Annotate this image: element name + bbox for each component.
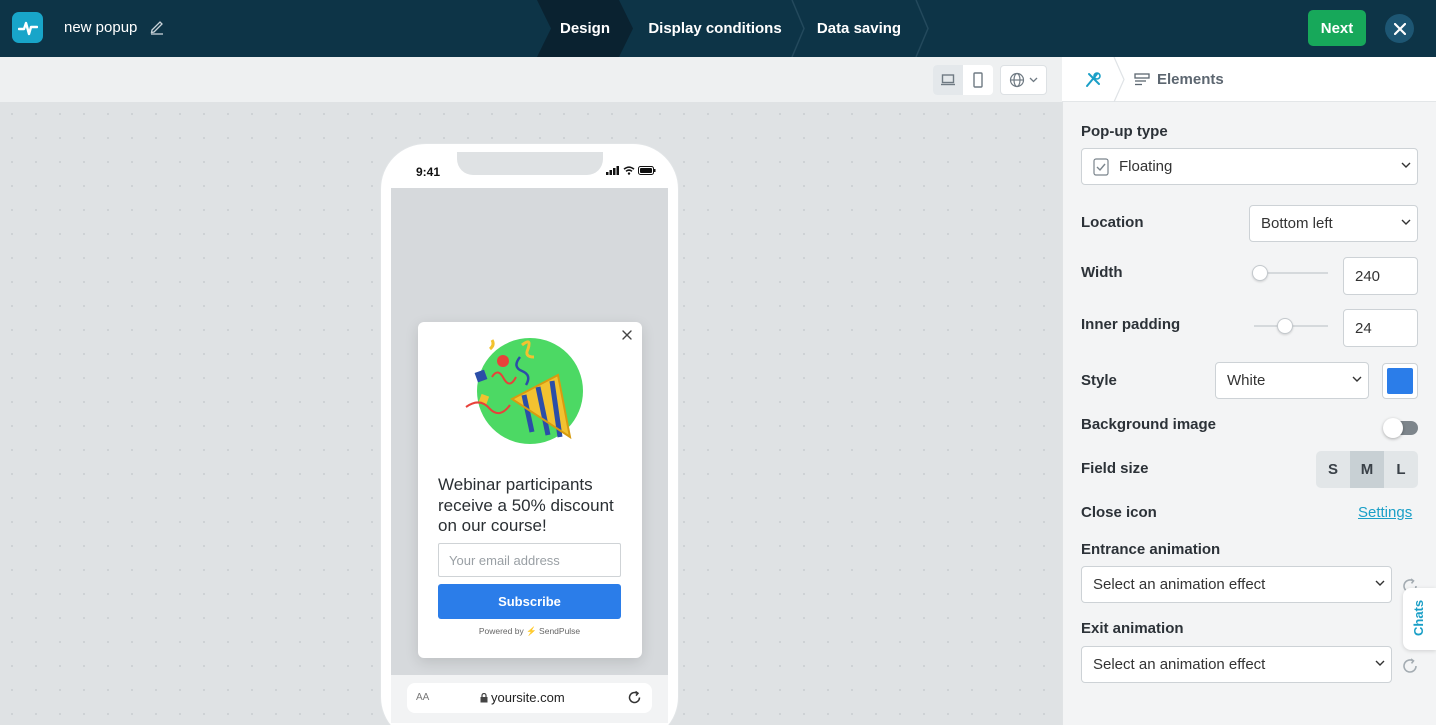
padding-slider-handle[interactable] bbox=[1276, 318, 1293, 334]
breadcrumb-separator bbox=[1113, 57, 1125, 102]
width-slider-handle[interactable] bbox=[1252, 265, 1268, 281]
chevron-down-icon bbox=[1375, 660, 1385, 666]
text-size-button[interactable]: AA bbox=[416, 692, 429, 703]
powered-by-label: Powered by bbox=[478, 626, 524, 636]
entrance-animation-select[interactable]: Select an animation effect bbox=[1081, 566, 1392, 603]
mobile-view-icon[interactable] bbox=[963, 65, 993, 95]
tab-display-conditions[interactable]: Display conditions bbox=[633, 0, 797, 57]
popup-title[interactable]: new popup bbox=[64, 19, 137, 36]
popup-close-icon[interactable] bbox=[620, 328, 634, 342]
style-color-picker[interactable] bbox=[1382, 363, 1418, 399]
exit-animation-label: Exit animation bbox=[1081, 620, 1184, 637]
canvas-toolbar bbox=[0, 57, 1062, 102]
close-icon-label: Close icon bbox=[1081, 504, 1157, 521]
sendpulse-logo-icon[interactable] bbox=[12, 12, 43, 43]
desktop-view-icon[interactable] bbox=[933, 65, 963, 95]
chevron-down-icon bbox=[1029, 77, 1038, 83]
wifi-icon bbox=[623, 166, 635, 175]
location-value: Bottom left bbox=[1261, 215, 1333, 232]
popup-type-select[interactable]: Floating bbox=[1081, 148, 1418, 185]
popup-headline: Webinar participants receive a 50% disco… bbox=[438, 475, 614, 535]
phone-notch bbox=[457, 152, 603, 175]
entrance-animation-label: Entrance animation bbox=[1081, 541, 1221, 558]
powered-by[interactable]: Powered by ⚡ SendPulse bbox=[438, 626, 621, 637]
field-size-s[interactable]: S bbox=[1316, 451, 1350, 488]
close-icon[interactable] bbox=[1385, 14, 1414, 43]
pencil-icon[interactable] bbox=[149, 19, 165, 35]
exit-animation-select[interactable]: Select an animation effect bbox=[1081, 646, 1392, 683]
inner-padding-label: Inner padding bbox=[1081, 316, 1181, 333]
tab-elements-label: Elements bbox=[1157, 71, 1224, 88]
field-size-m[interactable]: M bbox=[1350, 451, 1384, 488]
tab-data-saving[interactable]: Data saving bbox=[797, 0, 921, 57]
location-label: Location bbox=[1081, 214, 1144, 231]
field-size-label: Field size bbox=[1081, 460, 1149, 477]
next-button[interactable]: Next bbox=[1308, 10, 1366, 46]
language-selector[interactable] bbox=[1000, 65, 1047, 95]
phone-status-icons bbox=[606, 166, 656, 175]
popup-type-label: Pop-up type bbox=[1081, 123, 1168, 140]
close-icon-settings-link[interactable]: Settings bbox=[1358, 504, 1412, 521]
floating-type-icon bbox=[1093, 157, 1109, 176]
brand-name: SendPulse bbox=[539, 626, 581, 636]
background-image-label: Background image bbox=[1081, 416, 1217, 433]
tab-design-label: Design bbox=[559, 20, 610, 37]
step-separator bbox=[915, 0, 929, 57]
toggle-knob[interactable] bbox=[1383, 418, 1403, 438]
chats-label: Chats bbox=[1411, 599, 1426, 636]
phone-time: 9:41 bbox=[416, 165, 441, 179]
url-value: yoursite.com bbox=[491, 690, 565, 705]
lock-icon bbox=[480, 692, 488, 702]
style-value: White bbox=[1227, 372, 1266, 389]
design-tools-icon[interactable] bbox=[1082, 69, 1104, 91]
width-input[interactable]: 240 bbox=[1343, 257, 1418, 295]
reload-icon[interactable] bbox=[627, 690, 642, 710]
signal-icon bbox=[606, 166, 619, 175]
party-popper-illustration bbox=[465, 338, 583, 444]
elements-icon bbox=[1134, 72, 1150, 85]
refresh-icon[interactable] bbox=[1401, 657, 1419, 675]
subscribe-button[interactable]: Subscribe bbox=[438, 584, 621, 619]
globe-icon bbox=[1009, 72, 1025, 88]
exit-animation-value: Select an animation effect bbox=[1093, 656, 1266, 673]
battery-icon bbox=[638, 166, 656, 175]
chevron-down-icon bbox=[1401, 162, 1411, 168]
url-text: yoursite.com bbox=[480, 690, 565, 705]
chevron-down-icon bbox=[1352, 376, 1362, 382]
entrance-animation-value: Select an animation effect bbox=[1093, 576, 1266, 593]
color-swatch-fill bbox=[1387, 368, 1413, 394]
tab-display-label: Display conditions bbox=[648, 20, 782, 37]
style-select[interactable]: White bbox=[1215, 362, 1369, 399]
chevron-down-icon bbox=[1401, 219, 1411, 225]
location-select[interactable]: Bottom left bbox=[1249, 205, 1418, 242]
tab-elements[interactable]: Elements bbox=[1134, 71, 1224, 88]
style-label: Style bbox=[1081, 372, 1117, 389]
popup-type-value: Floating bbox=[1119, 158, 1173, 175]
tab-design[interactable]: Design bbox=[537, 0, 633, 57]
chevron-down-icon bbox=[1375, 580, 1385, 586]
bolt-icon: ⚡ bbox=[526, 626, 537, 636]
width-label: Width bbox=[1081, 264, 1123, 281]
tab-data-label: Data saving bbox=[816, 20, 902, 37]
field-size-selector: S M L bbox=[1316, 451, 1418, 488]
padding-input[interactable]: 24 bbox=[1343, 309, 1418, 347]
email-input[interactable] bbox=[438, 543, 621, 577]
field-size-l[interactable]: L bbox=[1384, 451, 1418, 488]
device-switcher bbox=[933, 65, 993, 95]
chats-widget[interactable]: Chats bbox=[1403, 588, 1436, 650]
